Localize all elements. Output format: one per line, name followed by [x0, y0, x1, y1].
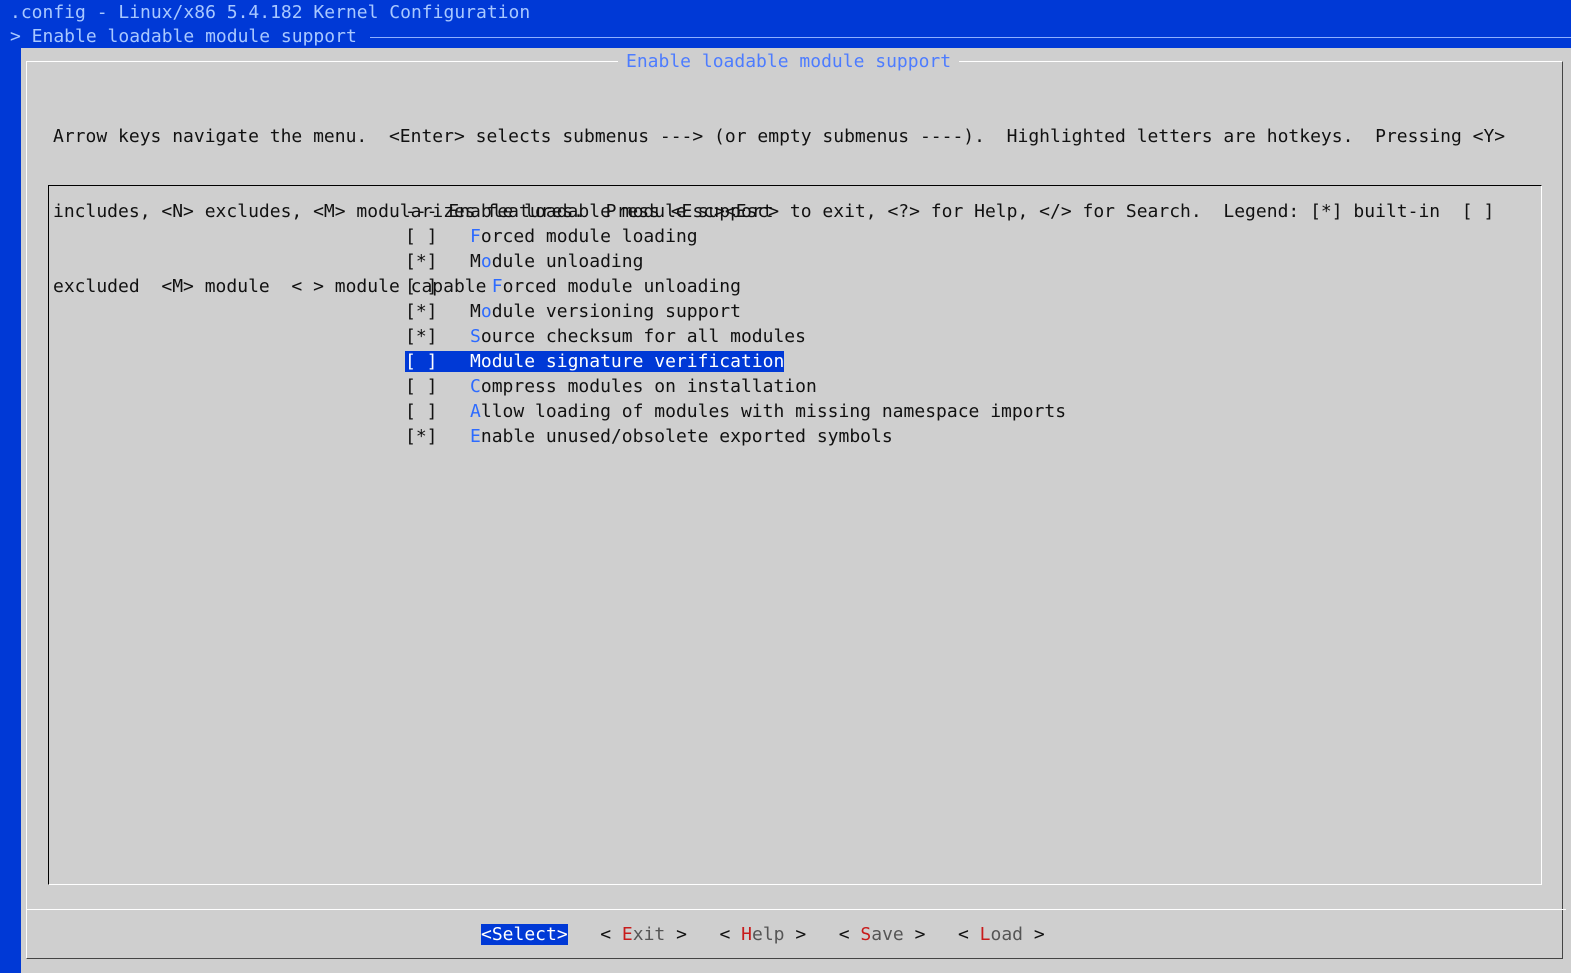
menu-item[interactable]: [*] Enable unused/obsolete exported symb…	[405, 424, 1066, 449]
breadcrumb-divider	[370, 37, 1571, 38]
save-button[interactable]: < Save >	[839, 924, 926, 945]
menu-item-row[interactable]: [ ] Forced module unloading	[405, 276, 741, 297]
select-button-label: <Select>	[481, 924, 568, 945]
menu-item[interactable]: [ ] Forced module unloading	[405, 274, 1066, 299]
menu-item-hotkey: S	[470, 326, 481, 347]
menu-item-state[interactable]: [ ]	[405, 226, 438, 247]
menu-item-label: llow loading of modules with missing nam…	[480, 401, 1067, 422]
menu-item-state[interactable]: [ ]	[405, 401, 438, 422]
window-title: .config - Linux/x86 5.4.182 Kernel Confi…	[10, 2, 531, 23]
load-hotkey: L	[979, 924, 991, 945]
config-dialog: Enable loadable module support Arrow key…	[21, 48, 1571, 973]
menu-item[interactable]: [ ] Allow loading of modules with missin…	[405, 399, 1066, 424]
menu-item[interactable]: [ ] Forced module loading	[405, 224, 1066, 249]
dialog-title: Enable loadable module support	[618, 49, 960, 74]
menu-item-hotkey: E	[470, 426, 481, 447]
menu-item-state[interactable]: [*]	[405, 426, 438, 447]
menu-item-label: ource checksum for all modules	[480, 326, 806, 347]
menu-item[interactable]: [*] Module unloading	[405, 249, 1066, 274]
menu-item-state[interactable]: [ ]	[405, 276, 438, 297]
menu-item-state[interactable]: [*]	[405, 251, 438, 272]
menu-item-state[interactable]: [*]	[405, 326, 438, 347]
menu-item-row[interactable]: [ ] Forced module loading	[405, 226, 698, 247]
menu-item-state[interactable]: [ ]	[405, 376, 438, 397]
menu-list: --- Enable loadable module support [ ] F…	[405, 199, 1066, 449]
menu-item-row[interactable]: [ ] Compress modules on installation	[405, 376, 817, 397]
menu-item-hotkey: F	[470, 226, 481, 247]
select-button[interactable]: <Select>	[481, 924, 568, 945]
menu-item-state[interactable]: [*]	[405, 301, 438, 322]
menu-item-label: dule versioning support	[491, 301, 741, 322]
menu-item-label: orced module loading	[480, 226, 698, 247]
menu-item-hotkey: C	[470, 376, 481, 397]
button-bar: <Select> < Exit > < Help > < Save > < Lo…	[481, 922, 1045, 947]
save-label: ave	[871, 924, 904, 945]
menu-item[interactable]: [ ] Module signature verification	[405, 349, 1066, 374]
menu-item-row[interactable]: [*] Source checksum for all modules	[405, 326, 806, 347]
menu-item-label: odule signature verification	[480, 351, 785, 372]
menu-item-hotkey: o	[480, 301, 492, 322]
load-label: oad	[990, 924, 1024, 945]
exit-button[interactable]: < Exit >	[600, 924, 687, 945]
menu-item[interactable]: [*] Module versioning support	[405, 299, 1066, 324]
menu-header: --- Enable loadable module support	[405, 199, 1066, 224]
menu-item-state[interactable]: [ ]	[405, 351, 438, 372]
menu-item-hotkey: M	[470, 351, 481, 372]
menu-item[interactable]: [ ] Compress modules on installation	[405, 374, 1066, 399]
menu-item-row[interactable]: [*] Enable unused/obsolete exported symb…	[405, 426, 893, 447]
menu-item-label-prefix: M	[470, 251, 481, 272]
button-separator	[26, 909, 1566, 910]
menu-item-hotkey: A	[470, 401, 481, 422]
exit-label: xit	[632, 924, 666, 945]
help-label: elp	[752, 924, 785, 945]
menu-item-label: ompress modules on installation	[480, 376, 817, 397]
menu-item-label: nable unused/obsolete exported symbols	[480, 426, 893, 447]
left-edge	[0, 48, 21, 973]
exit-hotkey: E	[621, 924, 633, 945]
menu-header-label: --- Enable loadable module support	[405, 201, 774, 222]
menu-item-label-prefix: M	[470, 301, 481, 322]
menu-item-hotkey: F	[491, 276, 503, 297]
menu-item-label: orced module unloading	[502, 276, 741, 297]
load-button[interactable]: < Load >	[958, 924, 1045, 945]
menu-item-row[interactable]: [*] Module versioning support	[405, 301, 741, 322]
menu-item[interactable]: [*] Source checksum for all modules	[405, 324, 1066, 349]
menu-item-row[interactable]: [*] Module unloading	[405, 251, 643, 272]
menu-item-hotkey: o	[480, 251, 492, 272]
menu-item-row[interactable]: [ ] Allow loading of modules with missin…	[405, 401, 1066, 422]
save-hotkey: S	[860, 924, 872, 945]
menu-item-gap	[470, 276, 492, 297]
menu-item-label: dule unloading	[491, 251, 644, 272]
help-hotkey: H	[741, 924, 752, 945]
breadcrumb: > Enable loadable module support	[10, 26, 357, 47]
help-line: Arrow keys navigate the menu. <Enter> se…	[53, 126, 1506, 147]
help-button[interactable]: < Help >	[719, 924, 806, 945]
menu-item-row[interactable]: [ ] Module signature verification	[405, 351, 785, 372]
